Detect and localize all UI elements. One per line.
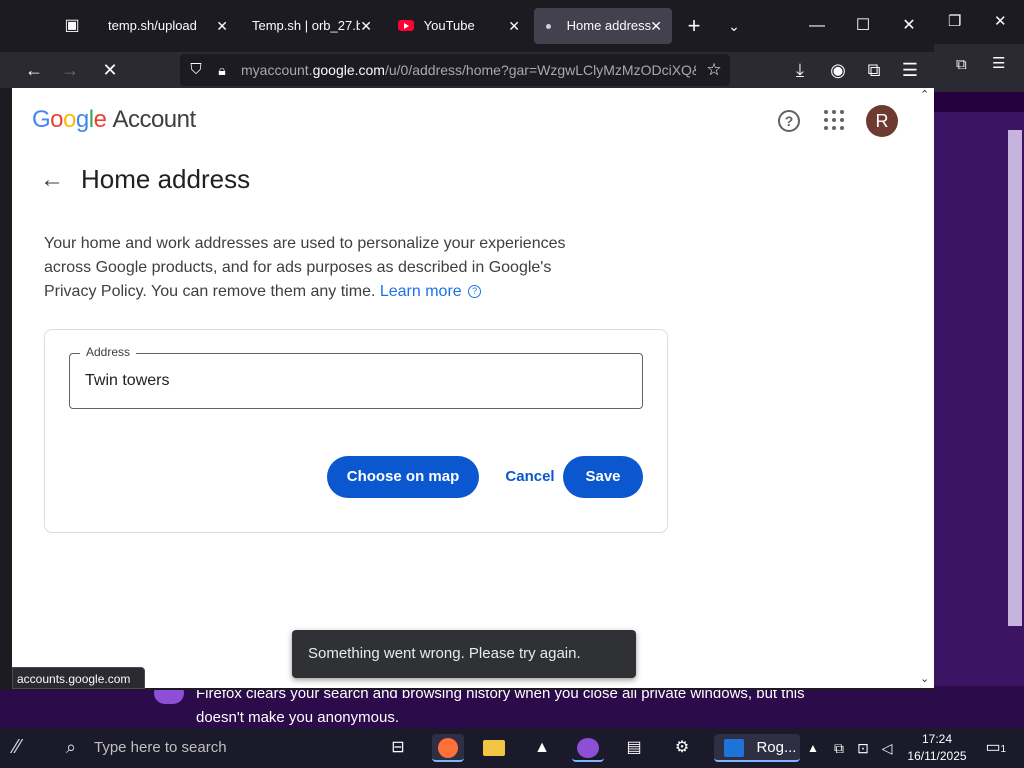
shield-icon[interactable]: ⛉ bbox=[184, 58, 208, 82]
stop-loading-icon[interactable]: ✕ bbox=[98, 58, 122, 82]
tab-label: Temp.sh | orb_27.bm bbox=[252, 18, 360, 33]
url-bar[interactable]: ⛉ 🔒︎ myaccount.google.com/u/0/address/ho… bbox=[180, 54, 730, 86]
lock-icon[interactable]: 🔒︎ bbox=[210, 58, 234, 82]
menu-icon[interactable]: ☰ bbox=[992, 54, 1005, 72]
close-window-icon[interactable]: ✕ bbox=[886, 0, 932, 52]
tray-clock[interactable]: 17:24 16/11/2025 bbox=[904, 731, 970, 765]
task-view-icon[interactable]: ⊟ bbox=[382, 734, 414, 762]
tab-temp-upload[interactable]: temp.sh/upload ✕ bbox=[96, 8, 238, 44]
download-icon[interactable]: ⤓ bbox=[788, 58, 812, 82]
close-icon[interactable]: ✕ bbox=[216, 8, 228, 44]
google-account-header: Google Account ? R bbox=[12, 88, 918, 152]
new-tab-icon[interactable]: + bbox=[682, 14, 706, 38]
tray-overflow-icon[interactable]: ▲ bbox=[802, 734, 824, 762]
address-input[interactable] bbox=[85, 369, 625, 393]
cancel-button[interactable]: Cancel bbox=[489, 456, 571, 498]
rog-app-icon bbox=[724, 738, 744, 757]
tab-home-address[interactable]: Home address ✕ bbox=[534, 8, 672, 44]
apps-grid-icon[interactable] bbox=[824, 110, 844, 130]
tab-bar: ▣ temp.sh/upload ✕ Temp.sh | orb_27.bm ✕… bbox=[0, 0, 934, 52]
help-icon[interactable]: ? bbox=[778, 110, 800, 132]
network-icon[interactable]: ⊡ bbox=[852, 734, 874, 762]
background-scrollbar[interactable] bbox=[1008, 130, 1022, 626]
navigation-toolbar: ← → ✕ ⛉ 🔒︎ myaccount.google.com/u/0/addr… bbox=[0, 52, 934, 88]
extensions-icon[interactable]: ⧉ bbox=[862, 58, 886, 82]
tab-label: Home address bbox=[566, 18, 652, 33]
address-card: Address Choose on map Cancel Save bbox=[44, 329, 668, 533]
rog-app-button[interactable]: Rog... bbox=[714, 734, 800, 762]
loading-dot-icon bbox=[546, 24, 551, 30]
tab-label: YouTube bbox=[423, 18, 475, 33]
start-icon[interactable]: ⁄⁄ bbox=[14, 736, 40, 760]
file-explorer-icon[interactable] bbox=[478, 734, 510, 762]
learn-more-link[interactable]: Learn more ? bbox=[380, 283, 482, 300]
notifications-icon[interactable]: ▭ 1 bbox=[978, 734, 1008, 762]
page-description: Your home and work addresses are used to… bbox=[44, 232, 592, 304]
search-icon: ⌕ bbox=[66, 737, 77, 757]
bookmark-star-icon[interactable]: ☆ bbox=[702, 58, 726, 82]
notification-count: 1 bbox=[1000, 744, 1006, 755]
choose-on-map-button[interactable]: Choose on map bbox=[327, 456, 479, 498]
tab-label: temp.sh/upload bbox=[108, 18, 197, 33]
address-label: Address bbox=[80, 345, 137, 359]
maximize-icon[interactable]: ☐ bbox=[840, 0, 886, 52]
error-snackbar: Something went wrong. Please try again. bbox=[292, 630, 636, 678]
back-icon[interactable]: ← bbox=[22, 58, 46, 82]
photos-icon[interactable]: ▲ bbox=[526, 734, 558, 762]
tab-youtube[interactable]: YouTube ✕ bbox=[386, 8, 530, 44]
description-text: Your home and work addresses are used to… bbox=[44, 235, 566, 300]
help-circle-icon: ? bbox=[468, 285, 482, 299]
tray-app-icon[interactable]: ⧉ bbox=[828, 734, 850, 762]
tab-list-icon[interactable]: ▣ bbox=[60, 14, 84, 38]
close-icon[interactable]: ✕ bbox=[994, 12, 1007, 30]
youtube-icon bbox=[398, 20, 414, 32]
windows-taskbar: ⁄⁄ ⌕ Type here to search ⊟ ▲ ▤ ⚙ Rog... … bbox=[0, 728, 1024, 768]
private-browsing-icon[interactable] bbox=[572, 734, 604, 762]
extensions-icon[interactable]: ⧉ bbox=[956, 56, 967, 73]
page-scrollbar[interactable]: ⌃ ⌄ bbox=[918, 88, 934, 688]
tab-temp-orb[interactable]: Temp.sh | orb_27.bm ✕ bbox=[240, 8, 382, 44]
volume-icon[interactable]: ◁ bbox=[876, 734, 898, 762]
restore-icon[interactable]: ❐ bbox=[948, 12, 961, 30]
minimize-icon[interactable]: — bbox=[794, 0, 840, 52]
scroll-down-icon[interactable]: ⌄ bbox=[920, 672, 929, 685]
close-icon[interactable]: ✕ bbox=[360, 8, 372, 44]
save-button[interactable]: Save bbox=[563, 456, 643, 498]
account-icon[interactable]: ◉ bbox=[826, 58, 850, 82]
rog-app-label: Rog... bbox=[756, 739, 797, 756]
avatar[interactable]: R bbox=[866, 105, 898, 137]
address-field[interactable]: Address bbox=[69, 345, 643, 409]
document-icon[interactable]: ▤ bbox=[618, 734, 650, 762]
chevron-down-icon[interactable]: ⌄ bbox=[722, 14, 746, 38]
taskbar-search[interactable]: ⌕ Type here to search bbox=[56, 728, 366, 768]
firefox-icon[interactable] bbox=[432, 734, 464, 762]
google-account-logo[interactable]: Google Account bbox=[32, 106, 196, 134]
scroll-up-icon[interactable]: ⌃ bbox=[920, 88, 929, 101]
page-title: Home address bbox=[81, 164, 251, 194]
firefox-window: ▣ temp.sh/upload ✕ Temp.sh | orb_27.bm ✕… bbox=[0, 0, 934, 690]
menu-icon[interactable]: ☰ bbox=[898, 58, 922, 82]
url-text[interactable]: myaccount.google.com/u/0/address/home?ga… bbox=[241, 54, 696, 86]
clock-time: 17:24 bbox=[921, 732, 953, 746]
forward-icon[interactable]: → bbox=[58, 58, 82, 82]
back-arrow-icon[interactable]: ← bbox=[40, 166, 64, 194]
close-icon[interactable]: ✕ bbox=[650, 8, 662, 44]
sd-app-icon[interactable]: ⚙ bbox=[666, 734, 698, 762]
status-bar-url: accounts.google.com bbox=[12, 667, 145, 689]
close-icon[interactable]: ✕ bbox=[508, 8, 520, 44]
search-placeholder: Type here to search bbox=[94, 739, 227, 756]
page-viewport: Google Account ? R ← Home address Your ho… bbox=[12, 88, 918, 688]
clock-date: 16/11/2025 bbox=[907, 749, 967, 763]
